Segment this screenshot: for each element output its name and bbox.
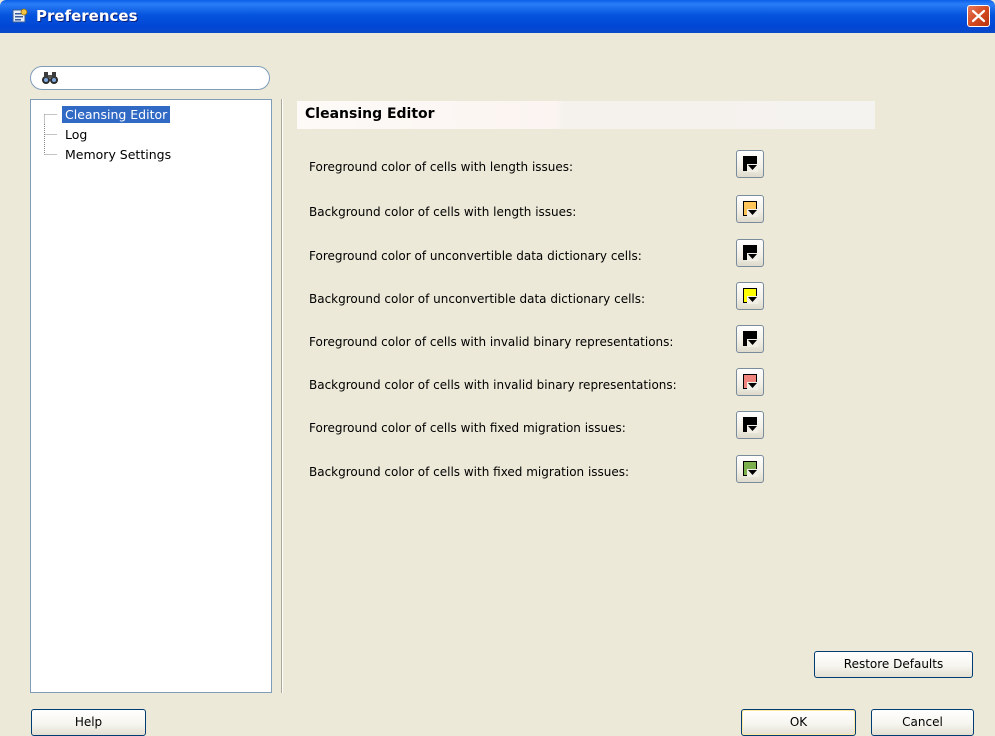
color-setting-label: Foreground color of cells with invalid b… [309,335,674,349]
tree-item-cleansing-editor[interactable]: Cleansing Editor [31,104,271,124]
dropdown-arrow-icon [747,469,758,477]
color-setting-label: Foreground color of cells with fixed mig… [309,421,626,435]
color-setting-row: Foreground color of unconvertible data d… [297,239,767,273]
color-picker-button[interactable] [736,239,764,267]
dropdown-arrow-icon [747,253,758,261]
tree-item-label: Memory Settings [65,147,172,162]
tree-item-label: Log [65,127,88,142]
color-setting-label: Foreground color of unconvertible data d… [309,249,642,263]
close-icon [971,9,986,23]
color-setting-label: Background color of cells with invalid b… [309,378,677,392]
color-picker-button[interactable] [736,325,764,353]
color-setting-row: Foreground color of cells with fixed mig… [297,411,767,445]
tree-item-label: Cleansing Editor [62,106,171,123]
color-setting-row: Background color of unconvertible data d… [297,282,767,316]
color-setting-label: Background color of cells with length is… [309,205,577,219]
dropdown-arrow-icon [747,382,758,390]
dropdown-arrow-icon [747,296,758,304]
restore-defaults-button[interactable]: Restore Defaults [814,651,973,678]
close-button[interactable] [967,5,990,27]
search-field[interactable] [30,66,270,90]
cancel-button[interactable]: Cancel [871,709,974,736]
tree-connector [44,124,57,144]
page-header: Cleansing Editor [297,101,875,129]
title-bar: Preferences [0,0,995,33]
color-picker-button[interactable] [736,455,764,483]
tree-connector [44,144,57,155]
tree-connector [44,114,57,124]
tree-item-memory-settings[interactable]: Memory Settings [31,144,271,164]
color-setting-row: Foreground color of cells with length is… [297,150,767,184]
page-title: Cleansing Editor [305,106,435,122]
color-setting-row: Background color of cells with length is… [297,195,767,229]
search-input[interactable] [63,70,267,88]
panel-splitter[interactable] [281,99,283,693]
help-button[interactable]: Help [31,709,146,736]
color-setting-row: Background color of cells with invalid b… [297,368,767,402]
color-picker-button[interactable] [736,195,764,223]
color-picker-button[interactable] [736,282,764,310]
dropdown-arrow-icon [747,164,758,172]
color-picker-button[interactable] [736,150,764,178]
color-setting-label: Foreground color of cells with length is… [309,160,574,174]
color-setting-row: Background color of cells with fixed mig… [297,455,767,489]
preferences-app-icon [12,8,28,23]
tree-item-log[interactable]: Log [31,124,271,144]
color-picker-button[interactable] [736,411,764,439]
color-setting-label: Background color of cells with fixed mig… [309,465,630,479]
dropdown-arrow-icon [747,339,758,347]
ok-button[interactable]: OK [741,709,856,736]
color-setting-row: Foreground color of cells with invalid b… [297,325,767,359]
color-setting-label: Background color of unconvertible data d… [309,292,646,306]
preferences-tree: Cleansing Editor Log Memory Settings [30,99,272,693]
dropdown-arrow-icon [747,425,758,433]
window-title: Preferences [36,7,138,25]
dialog-body: Cleansing Editor Log Memory Settings Cle… [0,33,995,736]
binoculars-icon[interactable] [41,70,59,86]
dropdown-arrow-icon [747,209,758,217]
color-picker-button[interactable] [736,368,764,396]
